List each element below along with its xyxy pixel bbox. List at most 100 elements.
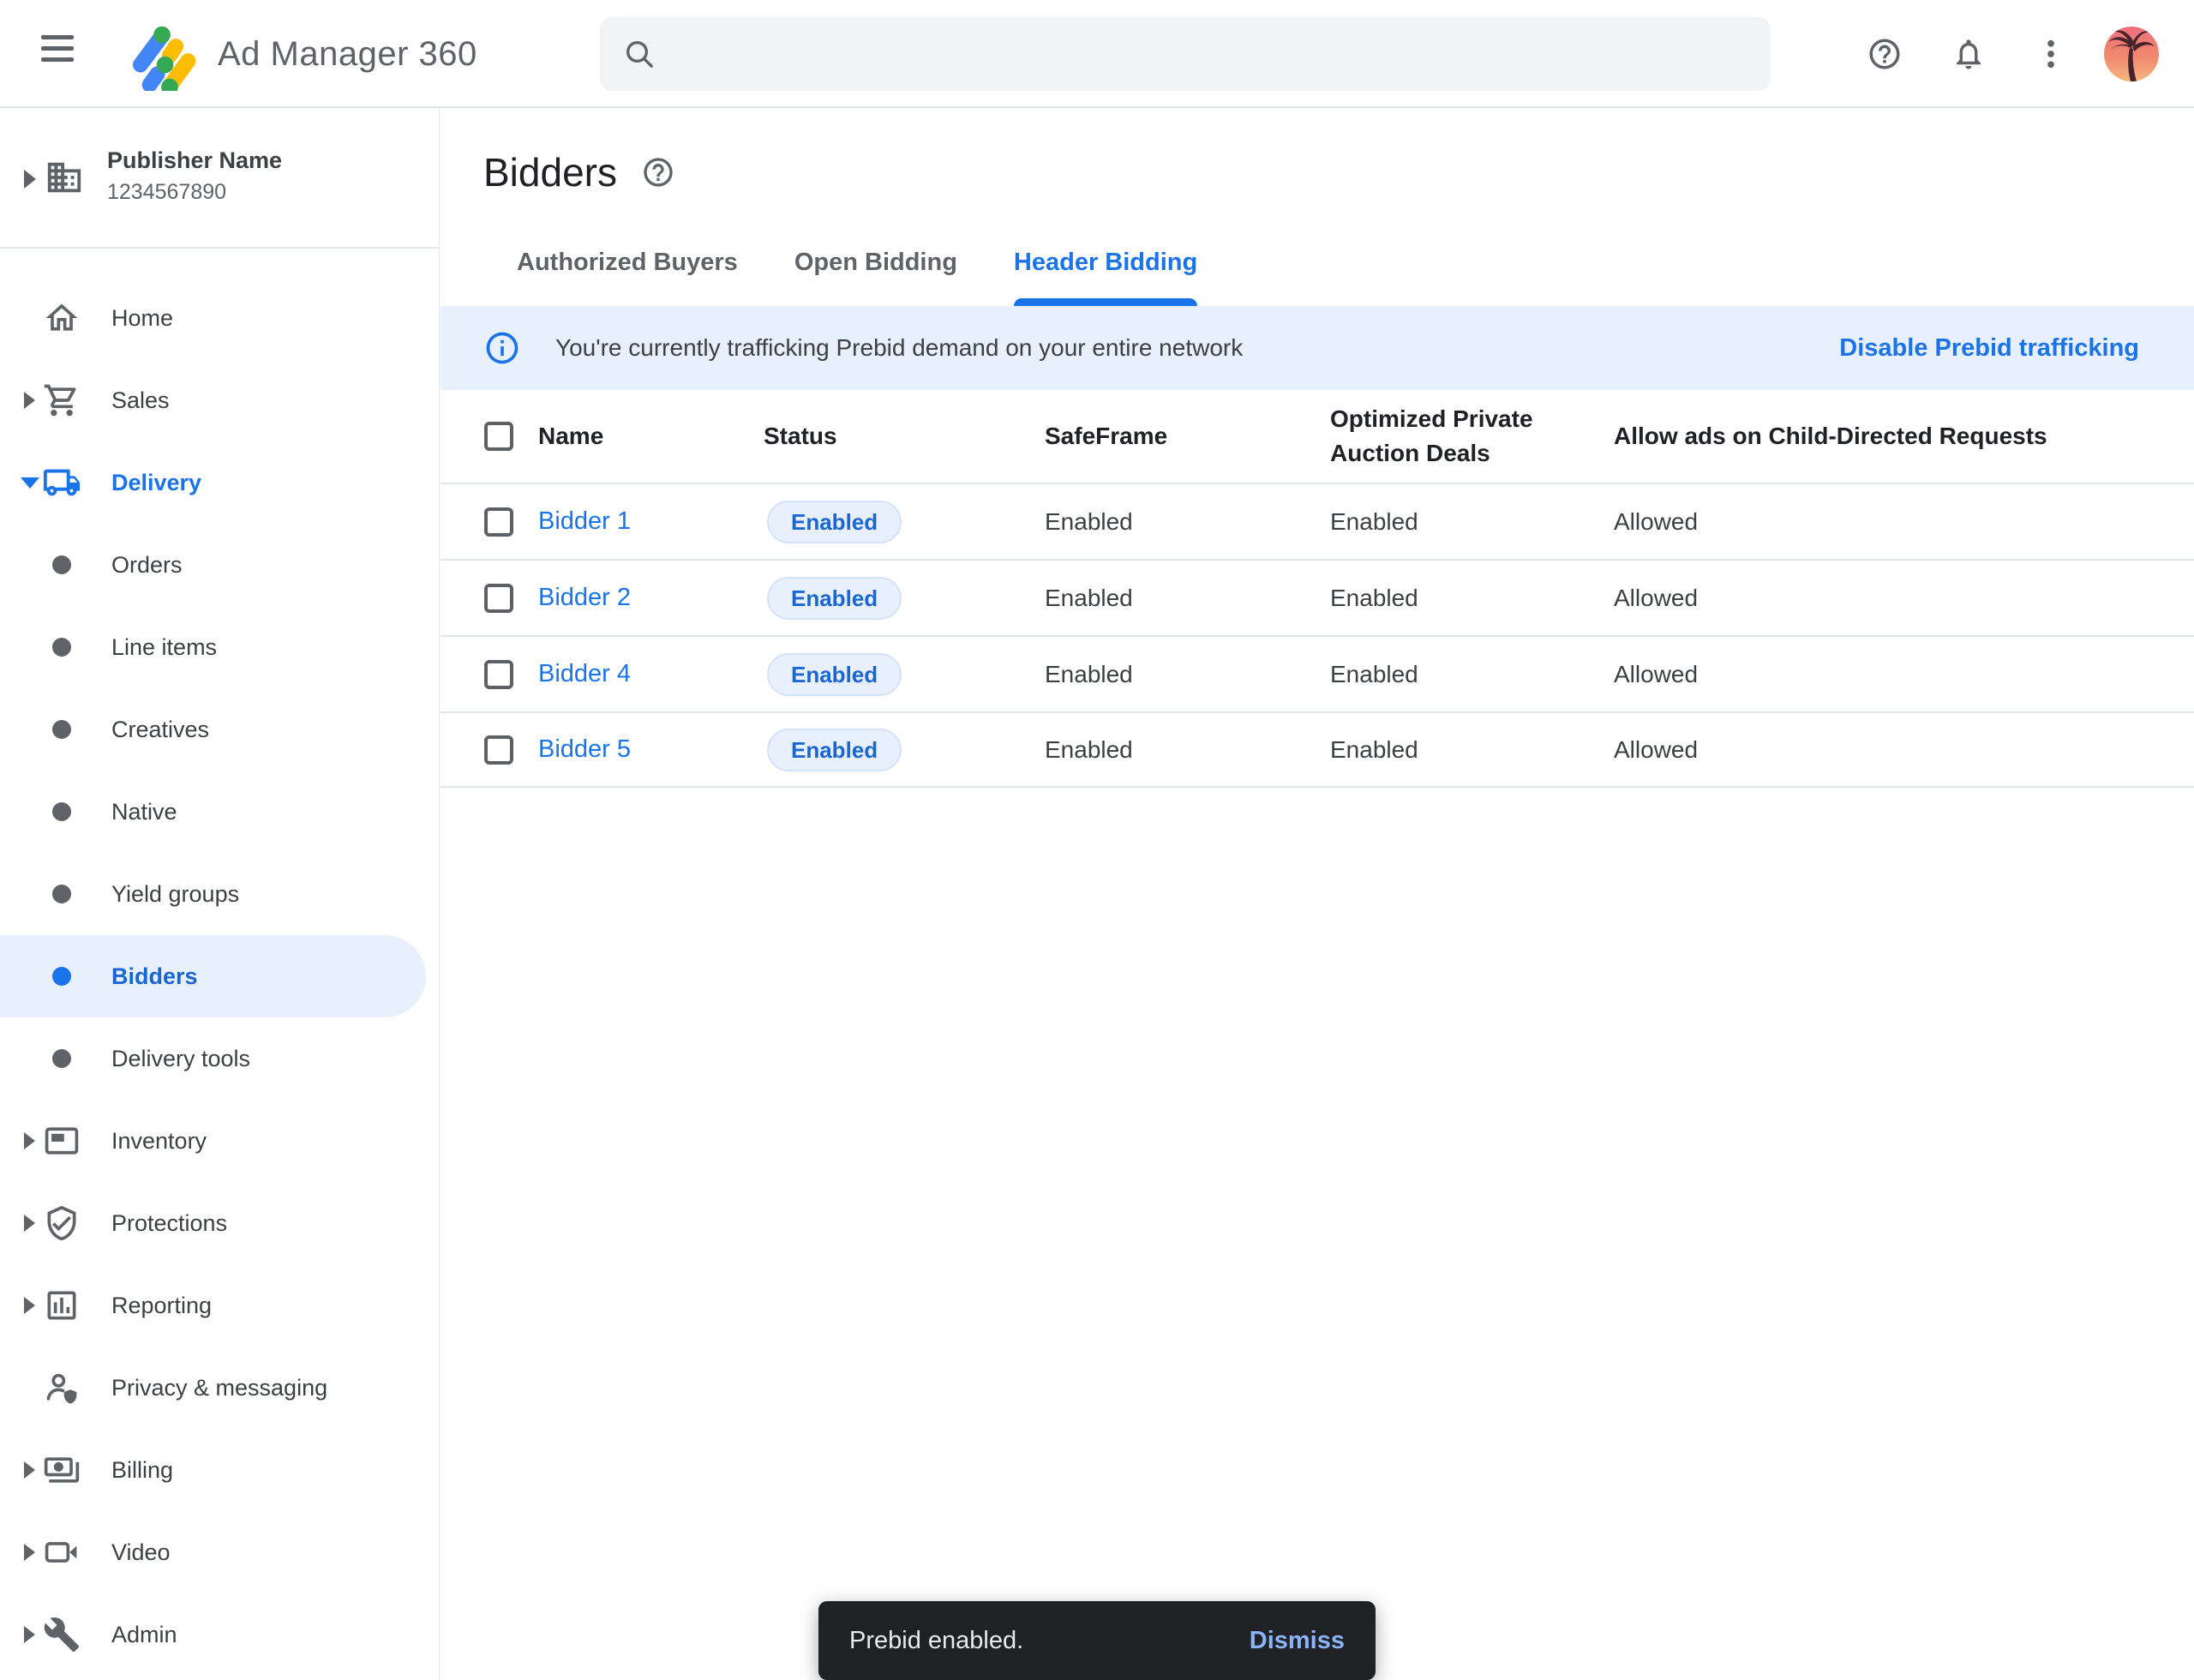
bar-chart-icon bbox=[43, 1287, 81, 1324]
optimized-deals-value: Enabled bbox=[1330, 736, 1614, 764]
optimized-deals-value: Enabled bbox=[1330, 661, 1614, 688]
shield-check-icon bbox=[43, 1204, 81, 1242]
column-header-optimized-private-auction-deals: Optimized Private Auction Deals bbox=[1330, 402, 1614, 471]
bidder-link[interactable]: Bidder 4 bbox=[538, 660, 631, 687]
bullet-icon bbox=[52, 967, 71, 986]
privacy-person-icon bbox=[43, 1369, 81, 1407]
search-bar[interactable] bbox=[600, 17, 1771, 91]
payments-icon bbox=[43, 1451, 81, 1489]
sidebar-nav: Home Sales Delivery Orders Line items bbox=[0, 277, 440, 1676]
publisher-name: Publisher Name bbox=[107, 147, 282, 174]
sidebar-item-inventory[interactable]: Inventory bbox=[0, 1100, 440, 1182]
child-directed-value: Allowed bbox=[1614, 661, 2194, 688]
title-help-icon[interactable] bbox=[641, 155, 675, 189]
shopping-cart-icon bbox=[43, 381, 81, 419]
sidebar-item-sales[interactable]: Sales bbox=[0, 359, 440, 441]
optimized-deals-value: Enabled bbox=[1330, 508, 1614, 536]
safeframe-value: Enabled bbox=[1045, 661, 1330, 688]
expand-caret-icon bbox=[24, 1297, 35, 1314]
prebid-info-banner: You're currently trafficking Prebid dema… bbox=[441, 306, 2194, 390]
status-badge: Enabled bbox=[767, 653, 902, 696]
avatar[interactable] bbox=[2104, 27, 2159, 81]
app-title: Ad Manager 360 bbox=[218, 0, 477, 108]
status-badge: Enabled bbox=[767, 577, 902, 620]
home-icon bbox=[43, 299, 81, 337]
column-header-allow-ads-child-directed: Allow ads on Child-Directed Requests bbox=[1614, 419, 2194, 453]
bidders-table: Name Status SafeFrame Optimized Private … bbox=[441, 390, 2194, 788]
delivery-truck-icon bbox=[42, 463, 81, 502]
optimized-deals-value: Enabled bbox=[1330, 585, 1614, 612]
sidebar-item-orders[interactable]: Orders bbox=[0, 524, 440, 606]
child-directed-value: Allowed bbox=[1614, 508, 2194, 536]
tab-authorized-buyers[interactable]: Authorized Buyers bbox=[517, 249, 738, 299]
more-vert-icon[interactable] bbox=[2033, 36, 2069, 72]
tab-bar: Authorized Buyers Open Bidding Header Bi… bbox=[517, 249, 1197, 299]
bullet-icon bbox=[52, 555, 71, 574]
expand-caret-icon bbox=[24, 1544, 35, 1561]
disable-prebid-link[interactable]: Disable Prebid trafficking bbox=[1839, 334, 2139, 363]
ad-manager-app: Ad Manager 360 bbox=[0, 0, 2194, 1680]
expand-caret-icon bbox=[24, 170, 36, 189]
bidder-link[interactable]: Bidder 5 bbox=[538, 735, 631, 763]
bidder-link[interactable]: Bidder 1 bbox=[538, 507, 631, 535]
tab-header-bidding[interactable]: Header Bidding bbox=[1014, 249, 1197, 299]
sidebar-item-delivery-tools[interactable]: Delivery tools bbox=[0, 1017, 440, 1100]
publisher-id: 1234567890 bbox=[107, 180, 226, 205]
publisher-switcher[interactable]: Publisher Name 1234567890 bbox=[0, 108, 439, 249]
sidebar-item-admin[interactable]: Admin bbox=[0, 1593, 440, 1676]
videocam-icon bbox=[43, 1533, 81, 1571]
toast-snackbar: Prebid enabled. Dismiss bbox=[818, 1601, 1376, 1680]
bullet-icon bbox=[52, 1049, 71, 1068]
child-directed-value: Allowed bbox=[1614, 585, 2194, 612]
status-badge: Enabled bbox=[767, 501, 902, 543]
expand-caret-icon bbox=[24, 1461, 35, 1479]
sidebar-item-line-items[interactable]: Line items bbox=[0, 606, 440, 688]
inventory-icon bbox=[43, 1122, 81, 1160]
sidebar-item-bidders[interactable]: Bidders bbox=[0, 935, 426, 1017]
column-header-status: Status bbox=[764, 419, 1045, 453]
bullet-icon bbox=[52, 638, 71, 657]
sidebar: Publisher Name 1234567890 Home Sales Del… bbox=[0, 108, 440, 1680]
search-input[interactable] bbox=[674, 17, 1771, 91]
sidebar-item-home[interactable]: Home bbox=[0, 277, 440, 359]
safeframe-value: Enabled bbox=[1045, 585, 1330, 612]
menu-icon[interactable] bbox=[41, 35, 79, 73]
row-checkbox[interactable] bbox=[484, 735, 513, 765]
row-checkbox[interactable] bbox=[484, 584, 513, 613]
sidebar-item-creatives[interactable]: Creatives bbox=[0, 688, 440, 771]
safeframe-value: Enabled bbox=[1045, 736, 1330, 764]
bullet-icon bbox=[52, 802, 71, 821]
status-badge: Enabled bbox=[767, 729, 902, 771]
sidebar-item-yield-groups[interactable]: Yield groups bbox=[0, 853, 440, 935]
select-all-checkbox[interactable] bbox=[484, 422, 513, 451]
sidebar-item-privacy-messaging[interactable]: Privacy & messaging bbox=[0, 1347, 440, 1429]
bidder-link[interactable]: Bidder 2 bbox=[538, 584, 631, 611]
row-checkbox[interactable] bbox=[484, 507, 513, 537]
expand-caret-icon bbox=[24, 1215, 35, 1232]
table-row: Bidder 1 Enabled Enabled Enabled Allowed bbox=[441, 483, 2194, 559]
row-checkbox[interactable] bbox=[484, 660, 513, 689]
column-header-name: Name bbox=[538, 419, 764, 453]
notifications-bell-icon[interactable] bbox=[1951, 36, 1987, 72]
wrench-icon bbox=[43, 1616, 81, 1653]
ad-manager-logo-icon[interactable] bbox=[125, 17, 199, 91]
bullet-icon bbox=[52, 720, 71, 739]
collapse-caret-icon bbox=[21, 477, 39, 489]
main-content: Bidders Authorized Buyers Open Bidding H… bbox=[441, 108, 2194, 1680]
sidebar-item-billing[interactable]: Billing bbox=[0, 1429, 440, 1511]
expand-caret-icon bbox=[24, 1626, 35, 1643]
publisher-building-icon bbox=[45, 158, 84, 197]
sidebar-item-delivery[interactable]: Delivery bbox=[0, 441, 440, 524]
help-icon[interactable] bbox=[1867, 36, 1903, 72]
sidebar-item-reporting[interactable]: Reporting bbox=[0, 1264, 440, 1347]
info-icon bbox=[483, 329, 521, 367]
page-title: Bidders bbox=[483, 149, 617, 195]
table-row: Bidder 5 Enabled Enabled Enabled Allowed bbox=[441, 711, 2194, 788]
sidebar-item-protections[interactable]: Protections bbox=[0, 1182, 440, 1264]
tab-open-bidding[interactable]: Open Bidding bbox=[794, 249, 957, 299]
top-bar: Ad Manager 360 bbox=[0, 0, 2194, 108]
sidebar-item-video[interactable]: Video bbox=[0, 1511, 440, 1593]
dismiss-button[interactable]: Dismiss bbox=[1250, 1627, 1345, 1655]
sidebar-item-native[interactable]: Native bbox=[0, 771, 440, 853]
toast-message: Prebid enabled. bbox=[849, 1627, 1023, 1655]
